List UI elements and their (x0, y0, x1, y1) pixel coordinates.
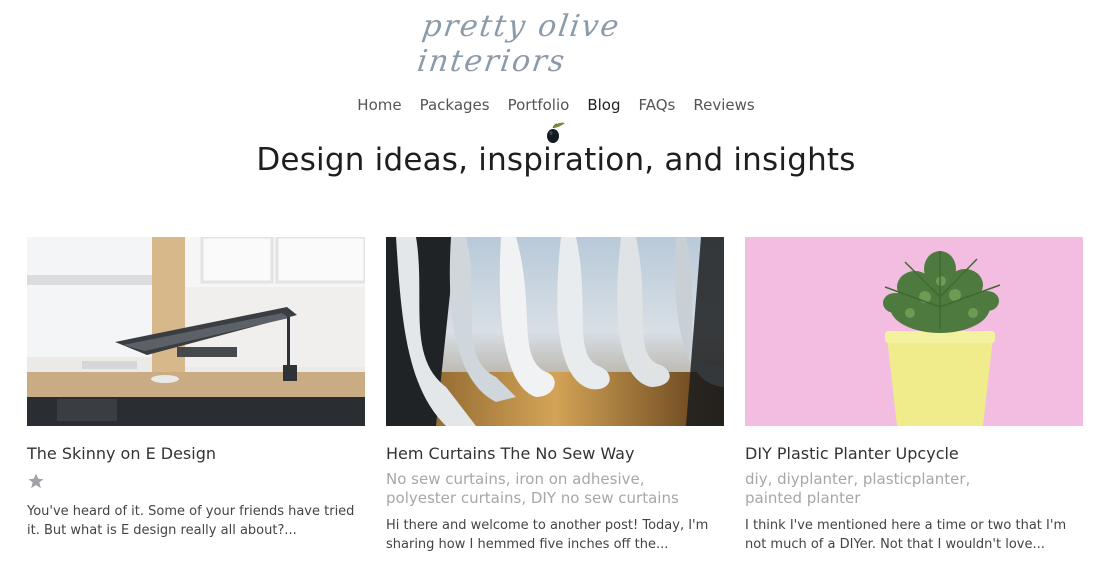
nav-item-blog[interactable]: Blog (587, 96, 620, 114)
logo-text: pretty olive interiors (415, 9, 623, 79)
tags-line[interactable]: diy, diyplanter, plasticplanter, (745, 470, 1083, 489)
nav-item-portfolio[interactable]: Portfolio (508, 96, 570, 114)
post-title[interactable]: Hem Curtains The No Sew Way (386, 444, 724, 464)
excerpt-line: not much of a DIYer. Not that I wouldn't… (745, 537, 1045, 552)
tags-line[interactable]: No sew curtains, iron on adhesive, (386, 470, 724, 489)
post-tags: diy, diyplanter, plasticplanter, painted… (745, 470, 1083, 508)
nav-item-packages[interactable]: Packages (420, 96, 490, 114)
excerpt-line: I think I've mentioned here a time or tw… (745, 518, 1067, 533)
excerpt-line: it. But what is E design really all abou… (27, 523, 297, 538)
excerpt-line: sharing how I hemmed five inches off the… (386, 537, 669, 552)
main-nav: Home Packages Portfolio Blog FAQs Review… (0, 96, 1112, 114)
site-logo[interactable]: pretty olive interiors (415, 8, 705, 80)
post-card[interactable]: DIY Plastic Planter Upcycle diy, diyplan… (745, 237, 1083, 554)
nav-item-home[interactable]: Home (357, 96, 401, 114)
post-title[interactable]: DIY Plastic Planter Upcycle (745, 444, 1083, 464)
tags-line[interactable]: painted planter (745, 489, 1083, 508)
star-icon[interactable] (27, 472, 45, 490)
post-image-desk[interactable] (27, 237, 365, 426)
excerpt-line: Hi there and welcome to another post! To… (386, 518, 709, 533)
page-heading: Design ideas, inspiration, and insights (256, 142, 856, 178)
post-tags: No sew curtains, iron on adhesive, polye… (386, 470, 724, 508)
post-title[interactable]: The Skinny on E Design (27, 444, 365, 464)
post-excerpt: You've heard of it. Some of your friends… (27, 502, 365, 540)
post-card[interactable]: Hem Curtains The No Sew Way No sew curta… (386, 237, 724, 554)
post-image-planter[interactable] (745, 237, 1083, 426)
excerpt-line: You've heard of it. Some of your friends… (27, 504, 355, 519)
tags-line[interactable]: polyester curtains, DIY no sew curtains (386, 489, 724, 508)
nav-item-faqs[interactable]: FAQs (638, 96, 675, 114)
post-card[interactable]: The Skinny on E Design You've heard of i… (27, 237, 365, 540)
post-excerpt: Hi there and welcome to another post! To… (386, 516, 724, 554)
nav-item-reviews[interactable]: Reviews (693, 96, 754, 114)
post-image-curtains[interactable] (386, 237, 724, 426)
post-excerpt: I think I've mentioned here a time or tw… (745, 516, 1083, 554)
